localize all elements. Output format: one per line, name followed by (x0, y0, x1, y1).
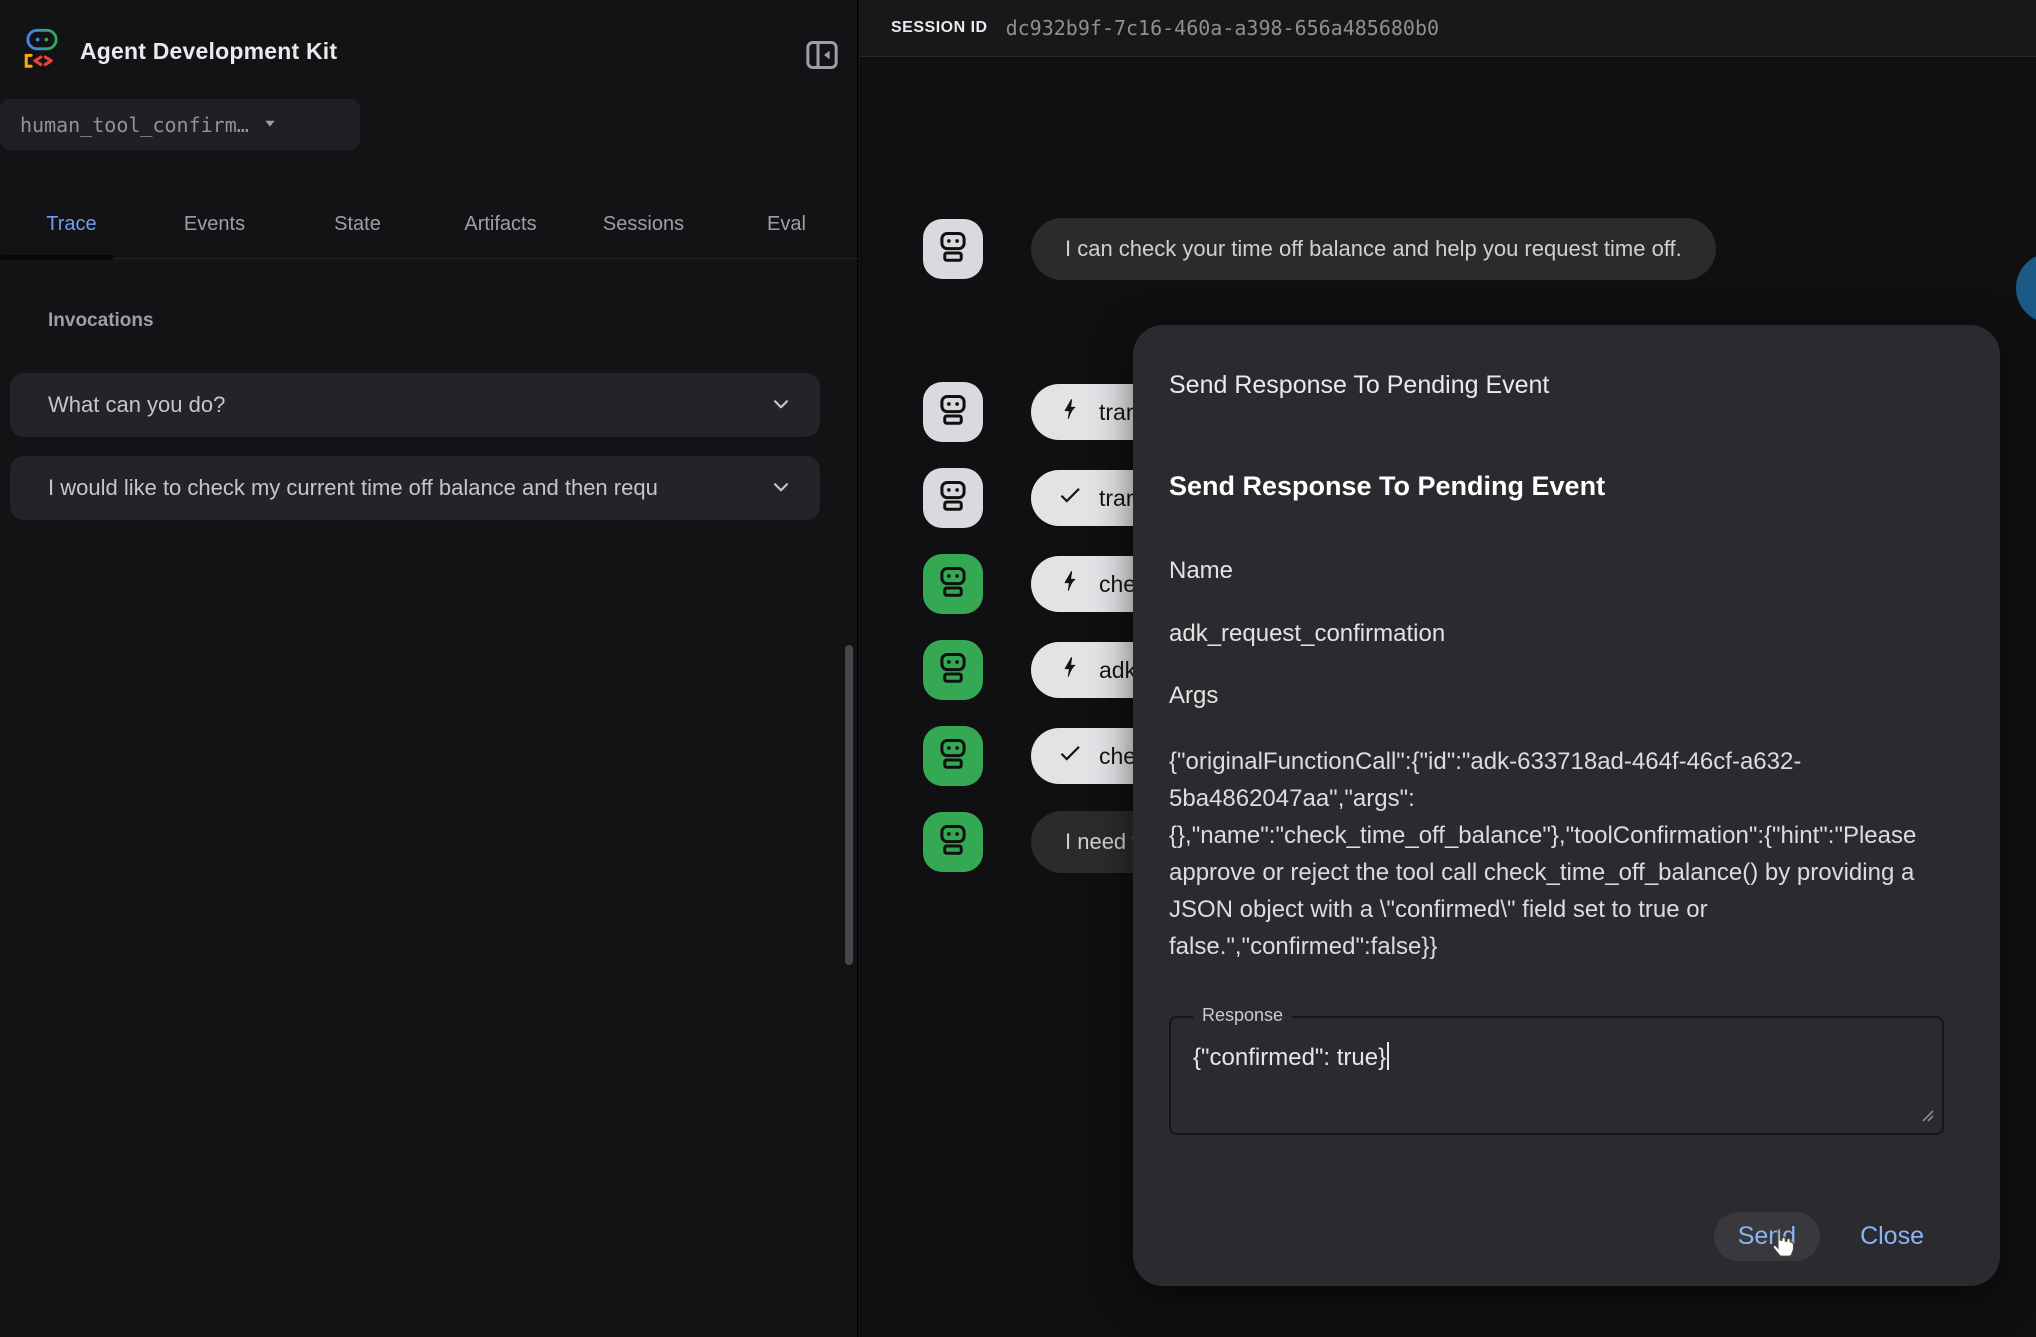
invocation-text: I would like to check my current time of… (48, 475, 754, 501)
chevron-down-icon (754, 391, 794, 420)
session-id-bar: SESSION ID dc932b9f-7c16-460a-a398-656a4… (859, 0, 2036, 57)
name-value: adk_request_confirmation (1169, 620, 1445, 648)
robot-icon (934, 477, 972, 520)
message-text: I need t (1065, 829, 1138, 855)
collapse-panel-icon (802, 63, 842, 78)
args-label: Args (1169, 682, 1218, 710)
robot-icon (934, 649, 972, 692)
sidebar-header: Agent Development Kit (0, 0, 857, 100)
robot-icon (934, 391, 972, 434)
active-tab-indicator (0, 255, 113, 260)
dialog-actions: Send Close (1714, 1212, 1948, 1261)
chat-message-row: I can check your time off balance and he… (923, 218, 2036, 280)
agent-avatar (923, 726, 983, 786)
close-button[interactable]: Close (1836, 1212, 1948, 1261)
agent-avatar (923, 382, 983, 442)
tab-trace[interactable]: Trace (0, 190, 143, 258)
agent-avatar (923, 812, 983, 872)
sidebar: Agent Development Kit human_tool_confirm… (0, 0, 858, 1337)
response-field: Response {"confirmed": true} (1169, 1016, 1944, 1135)
text-caret (1387, 1042, 1389, 1070)
invocations-list: What can you do? I would like to check m… (10, 373, 820, 520)
dialog-title: Send Response To Pending Event (1169, 371, 1549, 400)
args-value: {"originalFunctionCall":{"id":"adk-63371… (1169, 743, 1961, 965)
tool-call-label: adk (1099, 657, 1136, 684)
pending-event-dialog: Send Response To Pending Event Send Resp… (1133, 325, 2000, 1286)
bolt-icon (1057, 654, 1083, 686)
invocation-item[interactable]: I would like to check my current time of… (10, 456, 820, 520)
invocation-item[interactable]: What can you do? (10, 373, 820, 437)
tab-state[interactable]: State (286, 190, 429, 258)
tab-artifacts[interactable]: Artifacts (429, 190, 572, 258)
agent-avatar (923, 468, 983, 528)
name-label: Name (1169, 557, 1233, 585)
agent-select-dropdown[interactable]: human_tool_confirm… (0, 99, 360, 150)
tool-call-label: che (1099, 571, 1136, 598)
agent-avatar (923, 219, 983, 279)
adk-robot-logo-icon (20, 26, 64, 76)
agent-avatar (923, 554, 983, 614)
message-text: I can check your time off balance and he… (1065, 236, 1682, 262)
dialog-subtitle: Send Response To Pending Event (1169, 471, 1605, 502)
tab-eval[interactable]: Eval (715, 190, 858, 258)
resize-handle-icon[interactable] (1920, 1108, 1934, 1127)
message-bubble: I can check your time off balance and he… (1031, 218, 1716, 280)
page-title: Agent Development Kit (80, 38, 337, 65)
agent-avatar (923, 640, 983, 700)
tab-sessions[interactable]: Sessions (572, 190, 715, 258)
app-root: Agent Development Kit human_tool_confirm… (0, 0, 2036, 1337)
robot-icon (934, 735, 972, 778)
collapse-sidebar-button[interactable] (800, 34, 844, 78)
dropdown-caret-icon (249, 112, 281, 137)
invocation-text: What can you do? (48, 392, 754, 418)
response-textarea[interactable]: {"confirmed": true} (1193, 1042, 1912, 1072)
agent-select-value: human_tool_confirm… (20, 113, 249, 137)
bolt-icon (1057, 396, 1083, 428)
tool-call-label: che (1099, 743, 1136, 770)
response-field-label: Response (1193, 1005, 1292, 1026)
robot-icon (934, 821, 972, 864)
sidebar-tabs: TraceEventsStateArtifactsSessionsEval (0, 190, 858, 259)
sidebar-scrollbar-thumb[interactable] (845, 645, 853, 965)
invocations-section-title: Invocations (48, 310, 154, 332)
session-id-value: dc932b9f-7c16-460a-a398-656a485680b0 (1006, 16, 1439, 40)
bolt-icon (1057, 568, 1083, 600)
check-icon (1057, 740, 1083, 772)
check-icon (1057, 482, 1083, 514)
robot-icon (934, 563, 972, 606)
tab-events[interactable]: Events (143, 190, 286, 258)
send-button[interactable]: Send (1714, 1212, 1820, 1261)
chevron-down-icon (754, 474, 794, 503)
robot-icon (934, 228, 972, 271)
session-id-label: SESSION ID (891, 19, 988, 37)
